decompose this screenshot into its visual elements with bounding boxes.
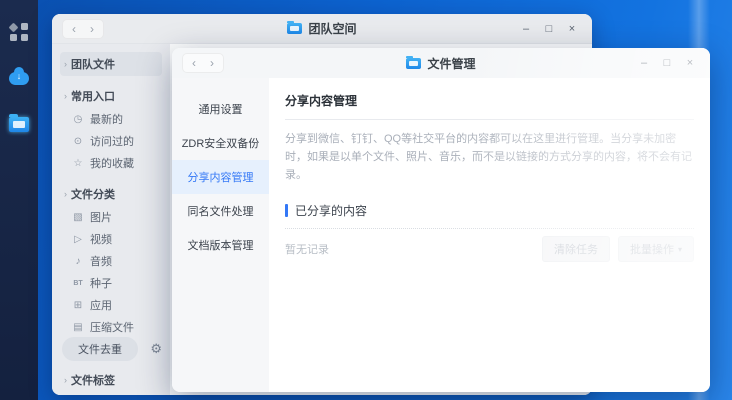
clear-tasks-button[interactable]: 清除任务 bbox=[541, 236, 610, 263]
sidebar-item-label: 访问过的 bbox=[90, 136, 134, 148]
dialog-nav-group: ‹ › bbox=[182, 53, 224, 73]
sidebar-item-file-tags[interactable]: › 文件标签 bbox=[60, 368, 162, 392]
maximize-button[interactable]: □ bbox=[659, 55, 675, 71]
tab-zdr-backup[interactable]: ZDR安全双备份 bbox=[172, 126, 269, 160]
sidebar: › 团队文件 › 常用入口 ◷ 最新的 ⊙ 访问过的 ☆ 我的收藏 › 文件分类 bbox=[52, 44, 170, 395]
chevron-right-icon: › bbox=[64, 59, 67, 69]
torrent-icon: BT bbox=[73, 279, 83, 287]
button-label: 批量操作 bbox=[629, 244, 674, 257]
audio-icon: ♪ bbox=[75, 255, 81, 267]
tab-general-settings[interactable]: 通用设置 bbox=[172, 92, 269, 126]
close-button[interactable]: × bbox=[682, 55, 698, 71]
file-management-dialog: ‹ › 文件管理 – □ × 通用设置 ZDR安全双备份 分享内容管理 同名文件… bbox=[172, 48, 710, 392]
chevron-right-icon: › bbox=[64, 189, 67, 199]
sidebar-item-label: 应用 bbox=[90, 300, 112, 312]
sidebar-item-favorites[interactable]: ☆ 我的收藏 bbox=[60, 152, 162, 174]
dialog-title-text: 文件管理 bbox=[427, 56, 476, 71]
main-titlebar: ‹ › 团队空间 – □ × bbox=[52, 14, 592, 44]
dialog-titlebar: ‹ › 文件管理 – □ × bbox=[172, 48, 710, 78]
chevron-right-icon: › bbox=[64, 375, 67, 385]
sidebar-item-label: 音频 bbox=[90, 256, 112, 268]
sidebar-item-team-files[interactable]: › 团队文件 bbox=[60, 52, 162, 76]
sidebar-group-label: 文件标签 bbox=[71, 375, 115, 387]
section-accent-bar bbox=[285, 204, 288, 218]
visited-icon: ⊙ bbox=[73, 135, 83, 147]
panel-heading: 分享内容管理 bbox=[285, 92, 694, 120]
tab-doc-versions[interactable]: 文档版本管理 bbox=[172, 228, 269, 262]
minimize-button[interactable]: – bbox=[518, 21, 534, 37]
chevron-right-icon: › bbox=[64, 91, 67, 101]
sidebar-item-all-tags[interactable]: ◇ 全部标签 bbox=[60, 392, 162, 395]
sidebar-item-images[interactable]: ▧ 图片 bbox=[60, 206, 162, 228]
tab-duplicate-name[interactable]: 同名文件处理 bbox=[172, 194, 269, 228]
dialog-body: 通用设置 ZDR安全双备份 分享内容管理 同名文件处理 文档版本管理 分享内容管… bbox=[172, 78, 710, 392]
sidebar-item-label: 压缩文件 bbox=[90, 322, 134, 334]
shared-content-list: 暂无记录 清除任务 批量操作 ▾ bbox=[285, 236, 694, 263]
zip-icon: ▤ bbox=[73, 321, 83, 333]
file-manager-icon[interactable] bbox=[9, 113, 29, 134]
dialog-title: 文件管理 bbox=[172, 48, 710, 78]
folder-glyph bbox=[9, 113, 29, 132]
back-button[interactable]: ‹ bbox=[186, 55, 202, 71]
app-icon: ⊞ bbox=[73, 299, 83, 311]
sidebar-item-recent[interactable]: ◷ 最新的 bbox=[60, 108, 162, 130]
dotted-divider bbox=[285, 228, 694, 230]
folder-icon bbox=[287, 21, 303, 34]
cloud-glyph bbox=[9, 66, 29, 85]
cloud-download-icon[interactable] bbox=[9, 66, 29, 88]
sidebar-item-label: 种子 bbox=[90, 278, 112, 290]
sidebar-item-label: 最新的 bbox=[90, 114, 123, 126]
video-icon: ▷ bbox=[74, 233, 82, 245]
maximize-button[interactable]: □ bbox=[541, 21, 557, 37]
image-icon: ▧ bbox=[73, 211, 83, 223]
section-title: 已分享的内容 bbox=[295, 204, 368, 219]
forward-button[interactable]: › bbox=[84, 21, 100, 37]
main-nav-group: ‹ › bbox=[62, 18, 104, 39]
main-window-controls: – □ × bbox=[518, 21, 592, 37]
sidebar-item-label: 图片 bbox=[90, 212, 112, 224]
back-button[interactable]: ‹ bbox=[66, 21, 82, 37]
dock bbox=[0, 0, 38, 400]
minimize-button[interactable]: – bbox=[636, 55, 652, 71]
sidebar-group-label: 团队文件 bbox=[71, 59, 115, 71]
close-button[interactable]: × bbox=[564, 21, 580, 37]
sidebar-item-label: 视频 bbox=[90, 234, 112, 246]
chevron-down-icon: ▾ bbox=[677, 244, 682, 254]
sidebar-item-file-categories[interactable]: › 文件分类 bbox=[60, 182, 162, 206]
sidebar-item-apps[interactable]: ⊞ 应用 bbox=[60, 294, 162, 316]
sidebar-group-label: 常用入口 bbox=[71, 91, 115, 103]
tab-share-content[interactable]: 分享内容管理 bbox=[172, 160, 269, 194]
sidebar-item-visited[interactable]: ⊙ 访问过的 bbox=[60, 130, 162, 152]
sidebar-item-common-entries[interactable]: › 常用入口 bbox=[60, 84, 162, 108]
dialog-controls: – □ × bbox=[636, 55, 710, 71]
panel-description: 分享到微信、钉钉、QQ等社交平台的内容都可以在这里进行管理。当分享未加密时，如果… bbox=[285, 133, 692, 182]
sidebar-item-torrents[interactable]: BT 种子 bbox=[60, 272, 162, 294]
sidebar-item-label: 我的收藏 bbox=[90, 158, 134, 170]
list-actions: 清除任务 批量操作 ▾ bbox=[541, 236, 694, 263]
apps-grid-glyph bbox=[8, 22, 28, 41]
settings-tabs: 通用设置 ZDR安全双备份 分享内容管理 同名文件处理 文档版本管理 bbox=[172, 78, 269, 392]
main-window-title: 团队空间 bbox=[52, 14, 592, 43]
star-icon: ☆ bbox=[73, 157, 83, 169]
shared-content-section-header: 已分享的内容 bbox=[285, 202, 694, 219]
dedupe-button[interactable]: 文件去重 bbox=[62, 337, 138, 361]
gear-icon[interactable]: ⚙ bbox=[150, 341, 162, 357]
sidebar-item-archives[interactable]: ▤ 压缩文件 bbox=[60, 316, 162, 338]
tab-panel-share-content: 分享内容管理 分享到微信、钉钉、QQ等社交平台的内容都可以在这里进行管理。当分享… bbox=[269, 78, 710, 392]
sidebar-item-videos[interactable]: ▷ 视频 bbox=[60, 228, 162, 250]
button-label: 清除任务 bbox=[553, 244, 598, 257]
sidebar-item-audio[interactable]: ♪ 音频 bbox=[60, 250, 162, 272]
sidebar-footer: 文件去重 ⚙ bbox=[62, 337, 162, 361]
forward-button[interactable]: › bbox=[204, 55, 220, 71]
sidebar-group-label: 文件分类 bbox=[71, 189, 115, 201]
batch-actions-button[interactable]: 批量操作 ▾ bbox=[617, 236, 694, 263]
folder-icon bbox=[406, 55, 422, 69]
clock-icon: ◷ bbox=[73, 113, 83, 125]
empty-state-text: 暂无记录 bbox=[285, 244, 329, 257]
main-title-text: 团队空间 bbox=[308, 22, 357, 36]
apps-grid-icon[interactable] bbox=[8, 22, 29, 42]
